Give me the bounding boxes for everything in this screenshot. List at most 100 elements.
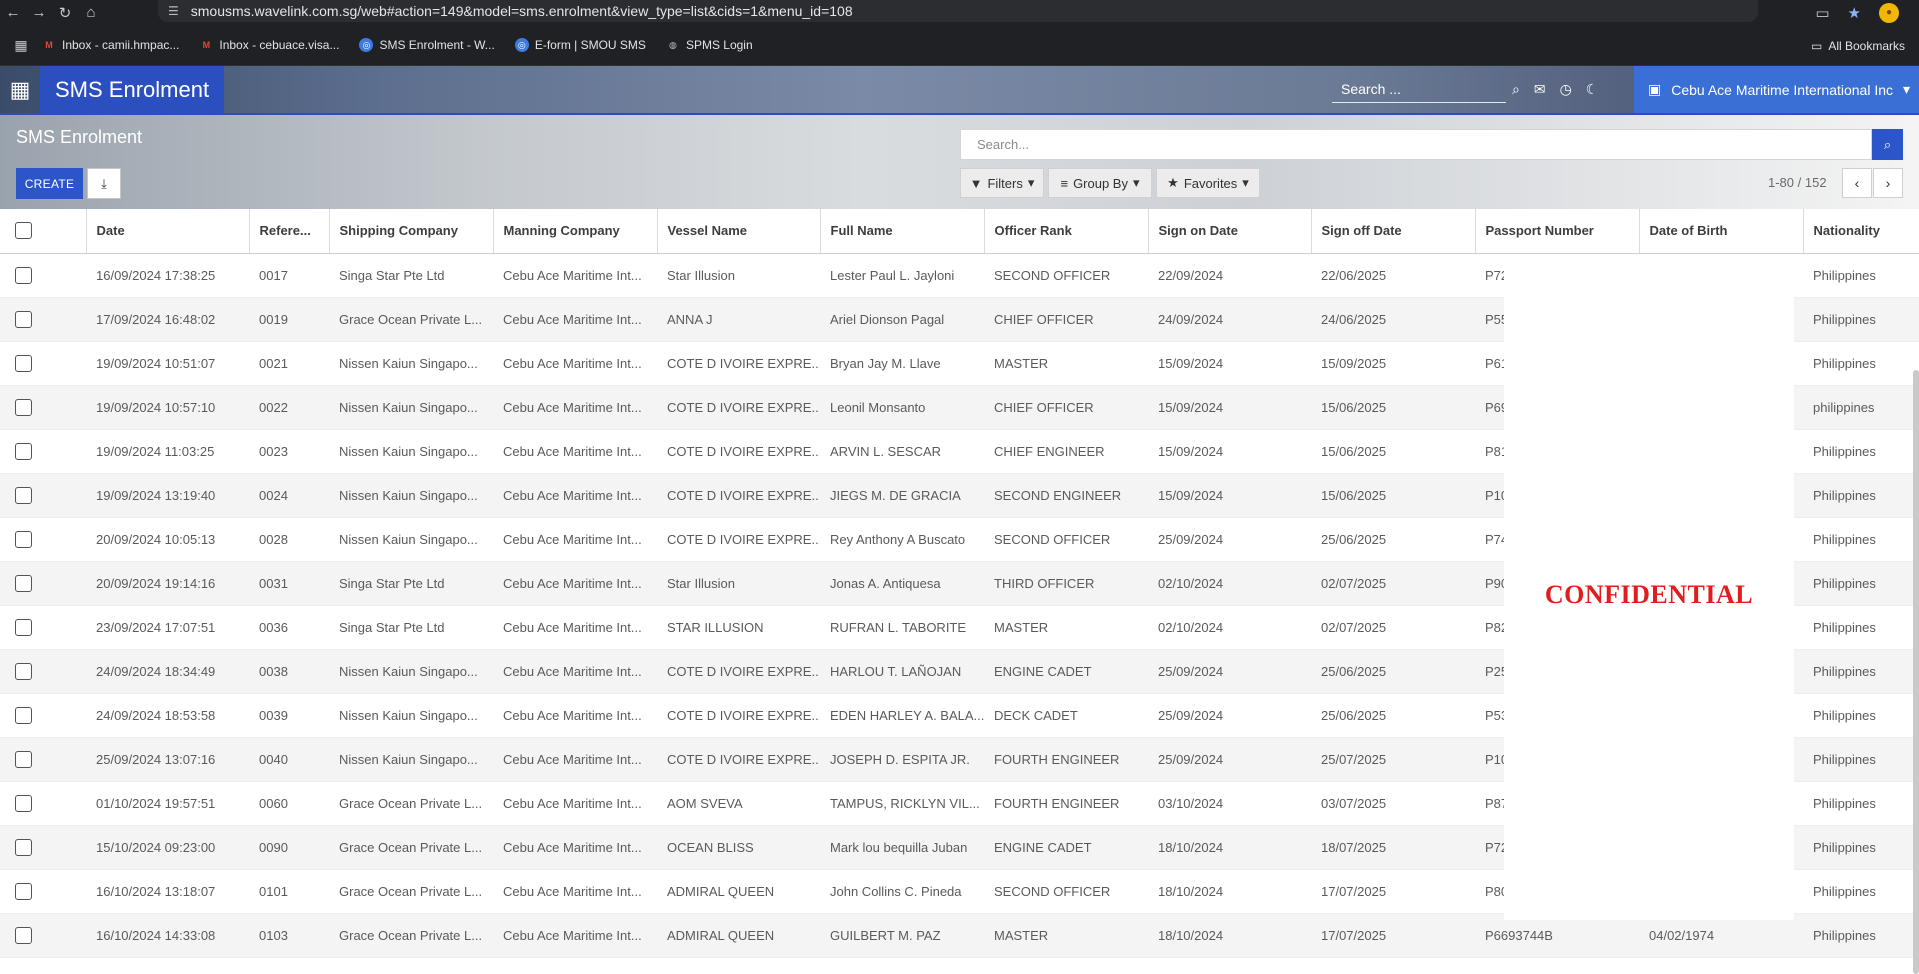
column-header[interactable]: Vessel Name [657, 209, 821, 254]
back-arrow-icon[interactable]: ← [0, 0, 26, 25]
bookmark-item[interactable]: ◎ E-form | SMOU SMS [514, 38, 646, 52]
row-checkbox[interactable] [0, 737, 86, 782]
table-cell: ENGINE CADET [984, 825, 1148, 870]
row-checkbox[interactable] [0, 429, 86, 474]
row-checkbox[interactable] [0, 781, 86, 826]
filters-button[interactable]: ▼ Filters ▾ [960, 168, 1044, 198]
chat-icon[interactable]: ✉ [1534, 81, 1546, 98]
table-cell: Philippines [1803, 913, 1919, 958]
table-cell: Lester Paul L. Jayloni [820, 253, 984, 298]
row-checkbox[interactable] [0, 385, 86, 430]
next-page-icon[interactable]: › [1873, 168, 1903, 198]
bookmark-item[interactable]: ◎ SMS Enrolment - W... [359, 38, 495, 52]
profile-avatar[interactable]: ● [1879, 2, 1899, 23]
row-checkbox[interactable] [0, 693, 86, 738]
group-by-button[interactable]: ≡ Group By ▾ [1048, 168, 1152, 198]
table-cell: 25/09/2024 [1148, 517, 1311, 562]
row-checkbox[interactable] [0, 341, 86, 386]
row-checkbox[interactable] [0, 517, 86, 562]
table-cell: 22/09/2024 [1148, 253, 1311, 298]
table-cell: Singa Star Pte Ltd [329, 561, 493, 606]
table-cell: CHIEF ENGINEER [984, 429, 1148, 474]
column-header[interactable]: Sign on Date [1148, 209, 1312, 254]
column-header[interactable]: Manning Company [493, 209, 658, 254]
table-cell: 20/09/2024 10:05:13 [86, 517, 249, 562]
search-button-icon[interactable]: ⌕ [1872, 129, 1903, 160]
row-checkbox[interactable] [0, 605, 86, 650]
table-cell: 18/10/2024 [1148, 913, 1311, 958]
table-cell: 19/09/2024 10:57:10 [86, 385, 249, 430]
table-cell: 0101 [249, 869, 329, 914]
search-input[interactable]: Search... [960, 129, 1872, 160]
row-checkbox[interactable] [0, 825, 86, 870]
table-cell: Mark lou bequilla Juban [820, 825, 984, 870]
row-checkbox[interactable] [0, 561, 86, 606]
table-cell: Philippines [1803, 781, 1919, 826]
column-header[interactable]: Passport Number [1475, 209, 1640, 254]
table-cell: 18/10/2024 [1148, 869, 1311, 914]
forward-arrow-icon[interactable]: → [26, 0, 52, 25]
column-header[interactable]: Date of Birth [1639, 209, 1804, 254]
table-cell: 17/07/2025 [1311, 913, 1475, 958]
apps-grid-icon[interactable]: ▦ [0, 37, 42, 54]
table-cell: Cebu Ace Maritime Int... [493, 693, 657, 738]
header-search-input[interactable]: Search ... [1332, 75, 1506, 103]
world-icon: ◍ [669, 39, 677, 50]
table-cell: Bryan Jay M. Llave [820, 341, 984, 386]
column-header[interactable]: Shipping Company [329, 209, 494, 254]
table-cell: 16/10/2024 13:18:07 [86, 869, 249, 914]
table-cell: 02/10/2024 [1148, 605, 1311, 650]
table-cell: 18/10/2024 [1148, 825, 1311, 870]
home-icon[interactable]: ⌂ [78, 0, 104, 25]
app-title[interactable]: SMS Enrolment [40, 66, 224, 113]
table-cell: Cebu Ace Maritime Int... [493, 341, 657, 386]
dark-mode-moon-icon[interactable]: ☾ [1586, 81, 1599, 98]
select-all-checkbox[interactable] [0, 209, 87, 254]
control-panel: SMS Enrolment CREATE ⤓ Search... ⌕ ▼ Filt… [0, 115, 1919, 209]
address-bar[interactable]: ☰ smousms.wavelink.com.sg/web#action=149… [158, 0, 1758, 22]
table-cell: 16/10/2024 14:33:08 [86, 913, 249, 958]
table-cell: 25/09/2024 [1148, 649, 1311, 694]
clock-icon[interactable]: ◷ [1560, 81, 1572, 98]
install-app-icon[interactable]: ▭ [1815, 4, 1829, 22]
all-bookmarks[interactable]: ▭ All Bookmarks [1811, 25, 1905, 66]
row-checkbox[interactable] [0, 253, 86, 298]
search-icon[interactable]: ⌕ [1512, 81, 1520, 98]
bookmark-item[interactable]: M Inbox - camii.hmpac... [42, 38, 179, 52]
site-info-icon[interactable]: ☰ [168, 4, 179, 18]
column-header[interactable]: Sign off Date [1311, 209, 1476, 254]
row-checkbox[interactable] [0, 869, 86, 914]
table-cell: 17/09/2024 16:48:02 [86, 297, 249, 342]
bookmark-item[interactable]: M Inbox - cebuace.visa... [199, 38, 340, 52]
row-checkbox[interactable] [0, 473, 86, 518]
favorites-button[interactable]: ★ Favorites ▾ [1156, 168, 1260, 198]
column-header[interactable]: Full Name [820, 209, 985, 254]
table-cell: EDEN HARLEY A. BALA... [820, 693, 984, 738]
column-header[interactable]: Nationality [1803, 209, 1919, 254]
bookmark-label: Inbox - cebuace.visa... [219, 38, 340, 52]
bookmark-star-icon[interactable]: ★ [1848, 4, 1861, 22]
table-cell: Cebu Ace Maritime Int... [493, 913, 657, 958]
reload-icon[interactable]: ↻ [52, 0, 78, 25]
table-cell: ANNA J [657, 297, 820, 342]
column-header[interactable]: Date [86, 209, 250, 254]
table-cell: CHIEF OFFICER [984, 297, 1148, 342]
download-icon[interactable]: ⤓ [87, 168, 121, 199]
company-switcher[interactable]: ▣ Cebu Ace Maritime International Inc ▾ [1634, 66, 1919, 113]
column-header[interactable]: Officer Rank [984, 209, 1149, 254]
app-menu-grid-icon[interactable]: ▦ [0, 66, 40, 113]
column-header[interactable]: Refere... [249, 209, 330, 254]
row-checkbox[interactable] [0, 913, 86, 958]
table-cell: 15/09/2025 [1311, 341, 1475, 386]
row-checkbox[interactable] [0, 297, 86, 342]
previous-page-icon[interactable]: ‹ [1842, 168, 1872, 198]
table-cell: 0028 [249, 517, 329, 562]
create-button[interactable]: CREATE [16, 168, 83, 199]
table-cell: 0036 [249, 605, 329, 650]
table-cell: Philippines [1803, 297, 1919, 342]
table-cell: Cebu Ace Maritime Int... [493, 649, 657, 694]
pager-value[interactable]: 1-80 / 152 [1768, 175, 1827, 190]
bookmark-item[interactable]: ◍ SPMS Login [666, 38, 753, 52]
row-checkbox[interactable] [0, 649, 86, 694]
vertical-scrollbar[interactable] [1913, 370, 1919, 974]
